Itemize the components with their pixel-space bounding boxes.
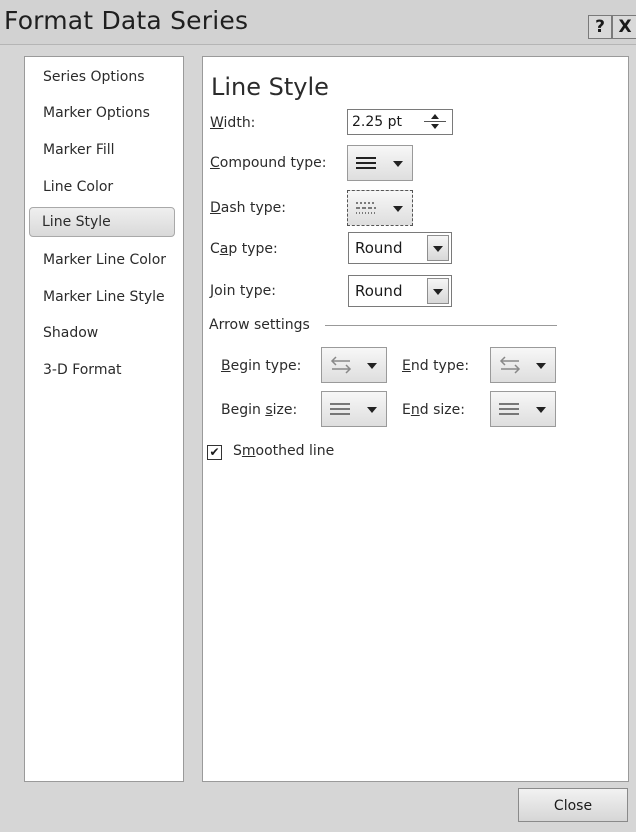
dialog-title: Format Data Series — [4, 6, 249, 35]
title-bar: Format Data Series ? X — [0, 0, 636, 45]
category-list: Series Options Marker Options Marker Fil… — [24, 56, 184, 782]
arrow-size-icon — [330, 403, 350, 415]
close-button[interactable]: Close — [518, 788, 628, 822]
nav-item-marker-line-color[interactable]: Marker Line Color — [43, 252, 166, 268]
arrow-type-icon — [330, 356, 352, 374]
cap-type-label: Cap type: — [210, 241, 278, 257]
width-value[interactable]: 2.25 pt — [352, 114, 402, 130]
nav-item-line-style[interactable]: Line Style — [29, 207, 175, 237]
join-type-label: Join type: — [210, 283, 276, 299]
cap-dropdown-button[interactable] — [427, 235, 449, 261]
width-spin-buttons[interactable] — [424, 113, 446, 131]
section-divider — [325, 325, 557, 326]
cap-type-select[interactable]: Round — [348, 232, 452, 264]
arrow-size-icon — [499, 403, 519, 415]
chevron-down-icon — [393, 206, 403, 212]
end-type-label: End type: — [402, 358, 470, 374]
help-button[interactable]: ? — [588, 15, 612, 39]
compound-lines-icon — [356, 157, 376, 169]
join-type-select[interactable]: Round — [348, 275, 452, 307]
nav-item-marker-fill[interactable]: Marker Fill — [43, 142, 115, 158]
chevron-down-icon — [536, 363, 546, 369]
arrow-type-icon — [499, 356, 521, 374]
begin-type-label: Begin type: — [221, 358, 302, 374]
smoothed-line-label[interactable]: Smoothed line — [233, 443, 334, 459]
nav-item-marker-options[interactable]: Marker Options — [43, 105, 150, 121]
nav-item-line-color[interactable]: Line Color — [43, 179, 113, 195]
cap-type-value: Round — [355, 239, 403, 257]
width-spinner[interactable]: 2.25 pt — [347, 109, 453, 135]
format-data-series-dialog: Format Data Series ? X Series Options Ma… — [0, 0, 636, 832]
dash-type-dropdown[interactable] — [347, 190, 413, 226]
chevron-down-icon — [367, 363, 377, 369]
nav-item-3d-format[interactable]: 3-D Format — [43, 362, 122, 378]
nav-item-marker-line-style[interactable]: Marker Line Style — [43, 289, 165, 305]
begin-size-dropdown[interactable] — [321, 391, 387, 427]
nav-item-series-options[interactable]: Series Options — [43, 69, 145, 85]
begin-type-dropdown[interactable] — [321, 347, 387, 383]
chevron-down-icon — [367, 407, 377, 413]
join-dropdown-button[interactable] — [427, 278, 449, 304]
width-label: Width: — [210, 115, 256, 131]
begin-size-label: Begin size: — [221, 402, 298, 418]
arrow-settings-heading: Arrow settings — [209, 317, 310, 333]
checkmark-icon: ✔ — [209, 445, 220, 459]
panel-heading: Line Style — [211, 73, 329, 101]
compound-type-dropdown[interactable] — [347, 145, 413, 181]
join-type-value: Round — [355, 282, 403, 300]
end-size-dropdown[interactable] — [490, 391, 556, 427]
compound-type-label: Compound type: — [210, 155, 327, 171]
end-size-label: End size: — [402, 402, 465, 418]
end-type-dropdown[interactable] — [490, 347, 556, 383]
dash-type-label: Dash type: — [210, 200, 286, 216]
smoothed-line-checkbox[interactable]: ✔ — [207, 445, 222, 460]
dash-lines-icon — [356, 202, 376, 214]
nav-item-shadow[interactable]: Shadow — [43, 325, 98, 341]
spin-down-icon[interactable] — [424, 122, 446, 131]
close-x-button[interactable]: X — [612, 15, 636, 39]
chevron-down-icon — [536, 407, 546, 413]
chevron-down-icon — [393, 161, 403, 167]
line-style-panel: Line Style Width: 2.25 pt Compound type:… — [202, 56, 629, 782]
